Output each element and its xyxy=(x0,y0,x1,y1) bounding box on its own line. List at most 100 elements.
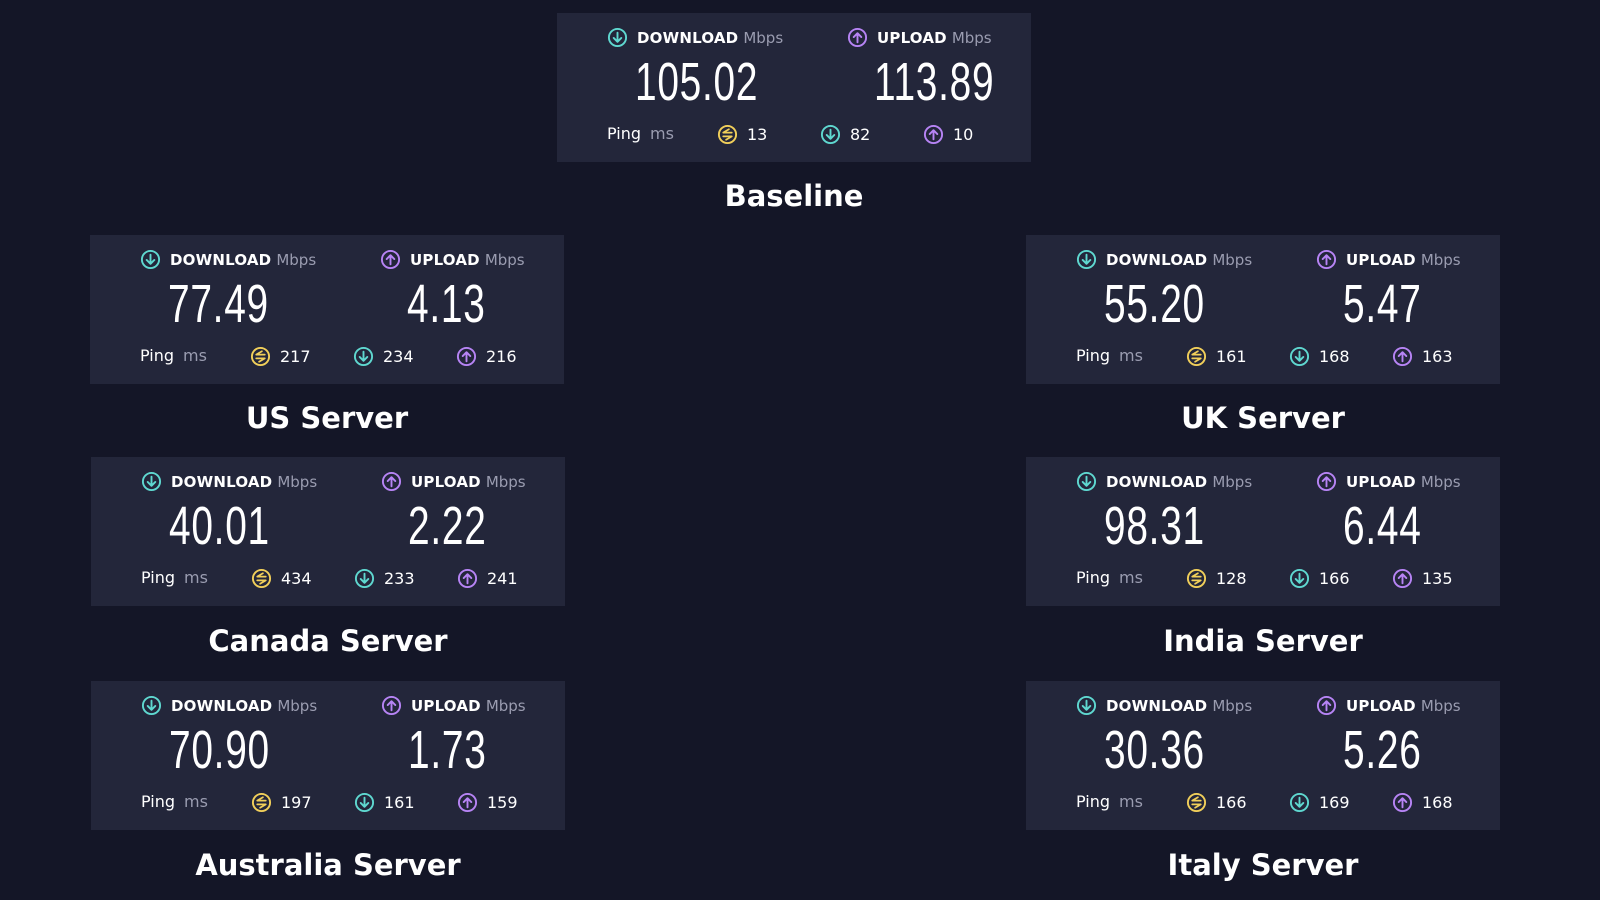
download-label: DOWNLOAD xyxy=(171,696,273,715)
speedtest-panel-australia: DOWNLOAD Mbps UPLOAD Mbps 70.90 1.73 Pin… xyxy=(91,681,565,830)
download-speed: 40.01 xyxy=(169,496,270,556)
upload-unit: Mbps xyxy=(1420,696,1461,715)
ping-idle-value: 217 xyxy=(280,347,311,366)
ping-idle-value: 128 xyxy=(1216,569,1247,588)
arrow-down-circle-icon xyxy=(1289,568,1310,589)
arrow-down-circle-icon xyxy=(353,346,374,367)
speedtest-panel-india: DOWNLOAD Mbps UPLOAD Mbps 98.31 6.44 Pin… xyxy=(1026,457,1500,606)
speedtest-panel-italy: DOWNLOAD Mbps UPLOAD Mbps 30.36 5.26 Pin… xyxy=(1026,681,1500,830)
ping-idle-icon xyxy=(1186,568,1207,589)
upload-unit: Mbps xyxy=(485,696,526,715)
ping-idle-value: 434 xyxy=(281,569,312,588)
download-speed: 98.31 xyxy=(1104,496,1205,556)
arrow-up-circle-icon xyxy=(1392,568,1413,589)
ping-row: Ping ms 161 168 163 xyxy=(1076,346,1453,367)
ping-download-value: 166 xyxy=(1319,569,1350,588)
ping-idle: 217 xyxy=(250,346,311,367)
caption-australia: Australia Server xyxy=(195,848,461,882)
arrow-up-circle-icon xyxy=(381,471,402,492)
ping-idle: 434 xyxy=(251,568,312,589)
ping-unit: ms xyxy=(183,346,207,365)
upload-header: UPLOAD Mbps xyxy=(1316,471,1461,492)
speedtest-panel-canada: DOWNLOAD Mbps UPLOAD Mbps 40.01 2.22 Pin… xyxy=(91,457,565,606)
arrow-down-circle-icon xyxy=(140,249,161,270)
upload-unit: Mbps xyxy=(1420,472,1461,491)
upload-speed: 5.47 xyxy=(1343,274,1422,334)
upload-label: UPLOAD xyxy=(1346,472,1416,491)
download-label: DOWNLOAD xyxy=(1106,250,1208,269)
ping-download: 166 xyxy=(1289,568,1350,589)
ping-label: Ping xyxy=(607,124,642,143)
ping-download-value: 234 xyxy=(383,347,414,366)
download-label: DOWNLOAD xyxy=(1106,472,1208,491)
ping-unit: ms xyxy=(1119,792,1143,811)
caption-india: India Server xyxy=(1163,624,1363,658)
ping-upload-value: 10 xyxy=(953,125,974,144)
arrow-up-circle-icon xyxy=(457,792,478,813)
download-speed: 105.02 xyxy=(635,52,759,112)
upload-label: UPLOAD xyxy=(411,696,481,715)
upload-unit: Mbps xyxy=(485,472,526,491)
ping-idle-value: 166 xyxy=(1216,793,1247,812)
ping-download-value: 82 xyxy=(850,125,871,144)
upload-header: UPLOAD Mbps xyxy=(1316,249,1461,270)
arrow-down-circle-icon xyxy=(141,471,162,492)
download-label: DOWNLOAD xyxy=(637,28,739,47)
ping-upload: 159 xyxy=(457,792,518,813)
upload-label: UPLOAD xyxy=(877,28,947,47)
download-header: DOWNLOAD Mbps xyxy=(1076,471,1252,492)
ping-download: 233 xyxy=(354,568,415,589)
ping-download: 161 xyxy=(354,792,415,813)
download-unit: Mbps xyxy=(1212,250,1253,269)
upload-header: UPLOAD Mbps xyxy=(380,249,525,270)
caption-canada: Canada Server xyxy=(208,624,448,658)
ping-row: Ping ms 166 169 168 xyxy=(1076,792,1453,813)
upload-speed: 5.26 xyxy=(1343,720,1422,780)
arrow-down-circle-icon xyxy=(607,27,628,48)
ping-upload: 10 xyxy=(923,124,973,145)
ping-upload-value: 159 xyxy=(487,793,518,812)
upload-unit: Mbps xyxy=(484,250,525,269)
speedtest-panel-us: DOWNLOAD Mbps UPLOAD Mbps 77.49 4.13 Pin… xyxy=(90,235,564,384)
ping-label: Ping xyxy=(141,568,176,587)
upload-header: UPLOAD Mbps xyxy=(381,471,526,492)
ping-idle: 128 xyxy=(1186,568,1247,589)
ping-upload: 216 xyxy=(456,346,517,367)
upload-label: UPLOAD xyxy=(411,472,481,491)
ping-upload: 168 xyxy=(1392,792,1453,813)
ping-idle-value: 161 xyxy=(1216,347,1247,366)
arrow-down-circle-icon xyxy=(354,568,375,589)
download-header: DOWNLOAD Mbps xyxy=(140,249,316,270)
download-unit: Mbps xyxy=(743,28,784,47)
ping-download: 82 xyxy=(820,124,870,145)
upload-unit: Mbps xyxy=(951,28,992,47)
ping-unit: ms xyxy=(1119,568,1143,587)
arrow-down-circle-icon xyxy=(1076,695,1097,716)
arrow-up-circle-icon xyxy=(1316,249,1337,270)
caption-uk: UK Server xyxy=(1181,401,1345,435)
ping-upload-value: 163 xyxy=(1422,347,1453,366)
ping-row: Ping ms 13 82 10 xyxy=(607,124,973,145)
ping-upload: 135 xyxy=(1392,568,1453,589)
ping-unit: ms xyxy=(1119,346,1143,365)
ping-row: Ping ms 197 161 159 xyxy=(141,792,518,813)
ping-unit: ms xyxy=(184,568,208,587)
download-speed: 77.49 xyxy=(168,274,269,334)
ping-idle-icon xyxy=(1186,346,1207,367)
caption-us: US Server xyxy=(245,401,409,435)
download-header: DOWNLOAD Mbps xyxy=(141,695,317,716)
arrow-up-circle-icon xyxy=(381,695,402,716)
ping-unit: ms xyxy=(184,792,208,811)
ping-label: Ping xyxy=(1076,568,1111,587)
download-unit: Mbps xyxy=(277,472,318,491)
download-header: DOWNLOAD Mbps xyxy=(1076,695,1252,716)
ping-idle-icon xyxy=(251,792,272,813)
arrow-up-circle-icon xyxy=(456,346,477,367)
upload-speed: 4.13 xyxy=(407,274,486,334)
download-speed: 30.36 xyxy=(1104,720,1205,780)
upload-header: UPLOAD Mbps xyxy=(847,27,992,48)
arrow-down-circle-icon xyxy=(1289,792,1310,813)
arrow-down-circle-icon xyxy=(1289,346,1310,367)
download-label: DOWNLOAD xyxy=(1106,696,1208,715)
ping-download-value: 168 xyxy=(1319,347,1350,366)
